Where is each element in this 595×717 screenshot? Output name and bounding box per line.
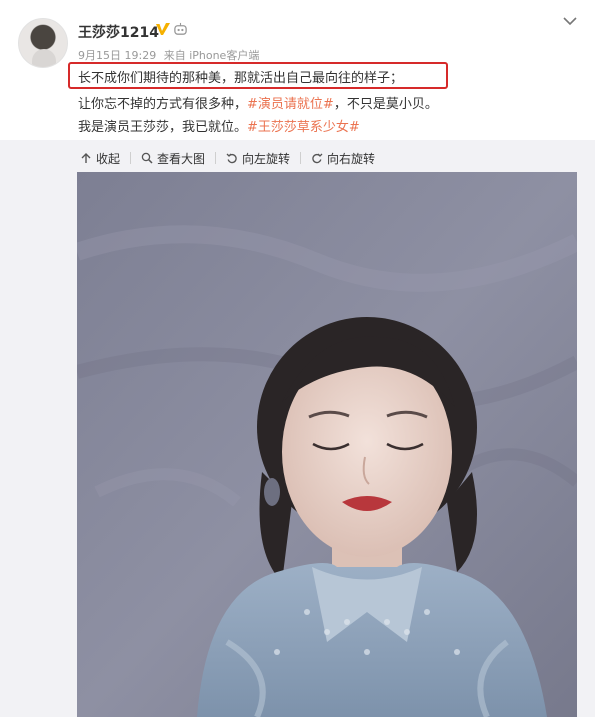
- rotate-left-button[interactable]: 向左旋转: [222, 150, 294, 167]
- post-text: 让你忘不掉的方式有很多种，: [78, 97, 248, 112]
- view-large-label: 查看大图: [157, 151, 206, 166]
- hashtag-link[interactable]: #演员请就位#: [247, 97, 334, 112]
- hashtag-link[interactable]: #王莎莎草系少女#: [247, 120, 360, 135]
- rotate-left-icon: [226, 153, 237, 164]
- username[interactable]: 王莎莎1214: [78, 22, 159, 42]
- collapse-label: 收起: [96, 151, 121, 166]
- post-meta: 9月15日 19:29 来自 iPhone客户端: [78, 47, 259, 63]
- toolbar-divider: [130, 152, 132, 164]
- portrait-image: [77, 172, 577, 717]
- toolbar-divider: [215, 152, 217, 164]
- view-large-button[interactable]: 查看大图: [137, 150, 209, 167]
- media-toolbar: 收起 查看大图 向左旋转 向右旋转: [76, 148, 379, 168]
- rotate-right-icon: [312, 153, 323, 164]
- post-text-line-3: 我是演员王莎莎，我已就位。#王莎莎草系少女#: [78, 116, 360, 135]
- post-photo[interactable]: [77, 172, 577, 717]
- rotate-right-label: 向右旋转: [327, 151, 376, 166]
- toolbar-divider: [300, 152, 302, 164]
- post-text: ，不只是莫小贝。: [333, 97, 438, 112]
- post-header: 王莎莎1214 9月15日 19:29 来自 iPhone客户端 长不成你们期待…: [0, 0, 595, 140]
- rotate-left-label: 向左旋转: [242, 151, 291, 166]
- avatar[interactable]: [18, 18, 68, 68]
- robot-icon[interactable]: [173, 22, 188, 37]
- zoom-icon: [141, 152, 153, 164]
- chevron-down-icon[interactable]: [563, 16, 577, 26]
- collapse-button[interactable]: 收起: [76, 150, 124, 167]
- verified-icon: [156, 23, 170, 35]
- post-text-line-2: 让你忘不掉的方式有很多种，#演员请就位#，不只是莫小贝。: [78, 93, 438, 112]
- collapse-icon: [81, 153, 91, 163]
- highlight-annotation-box: [68, 62, 448, 89]
- post-date[interactable]: 9月15日 19:29: [78, 49, 156, 62]
- rotate-right-button[interactable]: 向右旋转: [307, 150, 379, 167]
- post-source[interactable]: 来自 iPhone客户端: [164, 49, 260, 62]
- post-text: 我是演员王莎莎，我已就位。: [78, 120, 248, 135]
